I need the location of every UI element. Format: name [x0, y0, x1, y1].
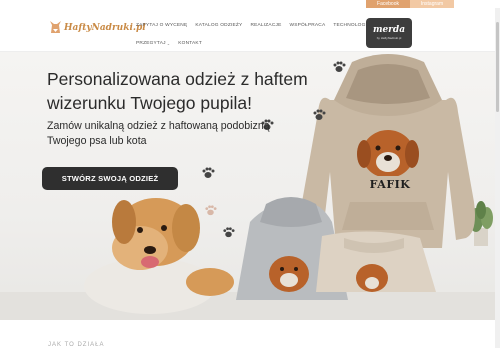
nav-item-label: KATALOG ODZIEŻY — [195, 22, 243, 28]
nav-item-label: WSPÓŁPRACA — [289, 22, 326, 28]
nav-item-label: KONTAKT — [178, 40, 202, 46]
nav-item-label: TECHNOLOGIE — [333, 22, 371, 28]
hoodie-name-label: FAFIK — [369, 178, 411, 191]
paw-print-icon — [202, 167, 215, 178]
nav-item-label: PRZEGYTAJ — [136, 40, 166, 46]
facebook-label: Facebook — [377, 1, 399, 7]
create-clothing-button[interactable]: STWÓRZ SWOJĄ ODZIEŻ — [42, 167, 178, 190]
paw-print-icon — [205, 205, 217, 216]
instagram-link[interactable]: Instagram — [410, 0, 454, 8]
nav-row-primary: ZAPYTAJ O WYCENĘ KATALOG ODZIEŻY REALIZACJ… — [132, 18, 375, 32]
nav-row-secondary: PRZEGYTAJ ⌄ KONTAKT — [132, 36, 360, 50]
instagram-label: Instagram — [420, 1, 444, 7]
chevron-down-icon: ⌄ — [166, 40, 171, 46]
nav-item-realizacje[interactable]: REALIZACJE — [246, 23, 285, 28]
folded-sweatshirt-image — [316, 231, 436, 292]
main-nav: ZAPYTAJ O WYCENĘ KATALOG ODZIEŻY REALIZACJ… — [132, 18, 375, 50]
nav-item-label: REALIZACJE — [250, 22, 282, 28]
nav-item-przegytaj[interactable]: PRZEGYTAJ ⌄ — [132, 41, 174, 46]
merda-title: merda — [372, 25, 406, 35]
fox-logo-icon — [50, 21, 61, 33]
merda-badge[interactable]: merda by HaftyNadruki.pl — [366, 18, 412, 48]
nav-item-współpraca[interactable]: WSPÓŁPRACA — [286, 23, 330, 28]
scrollbar[interactable] — [495, 8, 500, 348]
paw-print-icon — [223, 227, 235, 238]
below-fold-section: JAK TO DZIAŁA — [0, 320, 495, 348]
cta-label: STWÓRZ SWOJĄ ODZIEŻ — [61, 174, 159, 183]
hero-title: Personalizowana odzież z haftem wizerunk… — [47, 69, 308, 113]
nav-item-kontakt[interactable]: KONTAKT — [174, 41, 206, 46]
facebook-link[interactable]: Facebook — [366, 0, 410, 8]
nav-item-katalog-odzieży[interactable]: KATALOG ODZIEŻY — [191, 23, 246, 28]
nav-item-label: ZAPYTAJ O WYCENĘ — [136, 22, 188, 28]
scrollbar-thumb[interactable] — [496, 22, 499, 112]
site-header: HaftyNadruki.pl ZAPYTAJ O WYCENĘ KATALOG … — [0, 8, 500, 52]
nav-item-zapytaj-o-wycenę[interactable]: ZAPYTAJ O WYCENĘ — [132, 23, 191, 28]
top-bar: Facebook Instagram — [0, 0, 500, 8]
merda-subtitle: by HaftyNadruki.pl — [376, 36, 402, 40]
section-heading: JAK TO DZIAŁA — [48, 342, 105, 348]
hero-subtitle: Zamów unikalną odzież z haftowaną podobi… — [47, 120, 270, 147]
hero-banner: Personalizowana odzież z haftem wizerunk… — [0, 52, 495, 320]
